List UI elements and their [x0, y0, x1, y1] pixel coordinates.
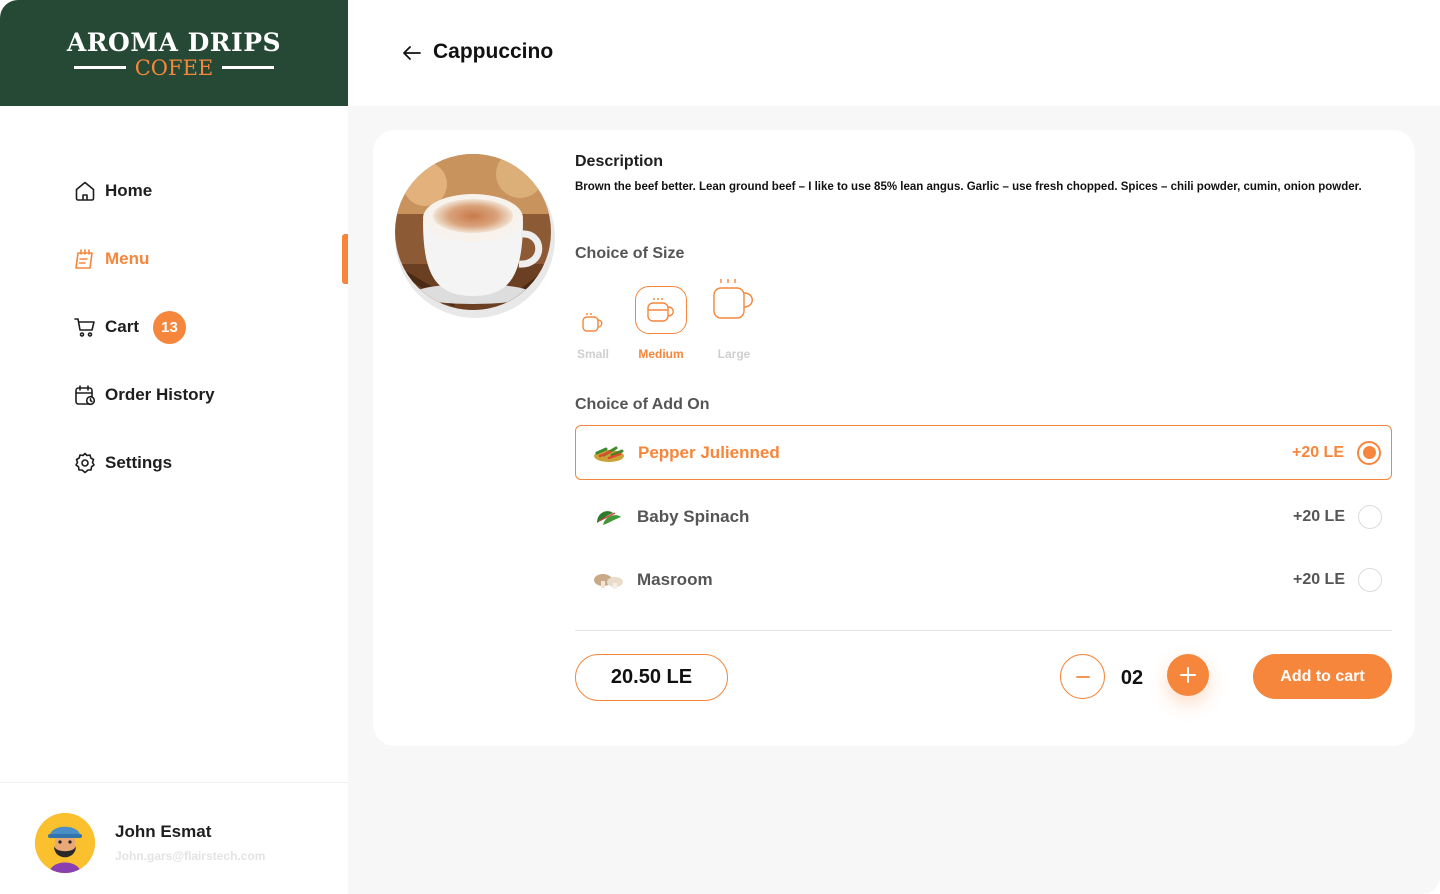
product-card: Description Brown the beef better. Lean …	[373, 130, 1415, 746]
pepper-image	[594, 446, 624, 462]
size-section-title: Choice of Size	[575, 245, 685, 262]
menu-icon	[72, 246, 98, 272]
user-name: John Esmat	[115, 822, 212, 841]
addon-price: +20 LE	[1291, 443, 1344, 461]
medium-cup-icon	[647, 298, 674, 322]
divider	[575, 630, 1392, 631]
calendar-history-icon	[72, 382, 98, 408]
quantity-increase-button[interactable]	[1167, 654, 1209, 696]
sidebar-item-label: Menu	[105, 249, 150, 268]
size-option-large[interactable]: Large	[694, 274, 774, 361]
addon-option-mushroom[interactable]: Masroom +20 LE	[575, 552, 1392, 607]
addon-radio[interactable]	[1358, 567, 1382, 592]
description-text: Brown the beef better. Lean ground beef …	[575, 181, 1362, 193]
addon-price: +20 LE	[1292, 570, 1345, 588]
minus-icon	[1075, 675, 1090, 678]
addon-name: Masroom	[637, 569, 713, 589]
addon-radio[interactable]	[1357, 440, 1381, 465]
sidebar-item-order-history[interactable]: Order History	[72, 380, 215, 410]
logo[interactable]: AROMA DRIPS COFEE	[0, 0, 348, 106]
size-label: Medium	[638, 347, 684, 361]
spinach-image	[597, 510, 621, 525]
sidebar-item-settings[interactable]: Settings	[72, 448, 172, 478]
addon-radio[interactable]	[1358, 504, 1382, 529]
addon-option-spinach[interactable]: Baby Spinach +20 LE	[575, 489, 1392, 544]
cart-count-badge: 13	[153, 310, 187, 344]
active-indicator	[342, 234, 348, 284]
app-window: AROMA DRIPS COFEE Home Menu Cart 13 Orde…	[0, 0, 1440, 894]
addon-name: Baby Spinach	[637, 506, 750, 526]
sidebar-item-menu[interactable]: Menu	[72, 244, 149, 274]
user-email: John.gars@flairstech.com	[115, 849, 266, 863]
sidebar-item-label: Home	[105, 181, 153, 200]
add-to-cart-button[interactable]: Add to cart	[1253, 654, 1392, 699]
total-price: 20.50 LE	[575, 654, 728, 701]
plus-icon	[1180, 667, 1196, 683]
mushroom-image	[594, 573, 623, 589]
sidebar-item-home[interactable]: Home	[72, 176, 152, 206]
sidebar-item-label: Settings	[105, 453, 173, 472]
logo-title: AROMA DRIPS	[66, 28, 282, 57]
header: Cappuccino	[348, 0, 1440, 106]
quantity-decrease-button[interactable]	[1060, 654, 1105, 699]
sidebar-item-label: Order History	[105, 385, 215, 404]
radio-dot	[1362, 446, 1376, 459]
avatar[interactable]	[35, 813, 95, 873]
logo-line-right	[222, 66, 274, 69]
home-icon	[72, 178, 98, 204]
sidebar-item-label: Cart	[105, 317, 140, 336]
sidebar: AROMA DRIPS COFEE Home Menu Cart 13 Orde…	[0, 0, 348, 894]
addon-section-title: Choice of Add On	[575, 396, 710, 413]
addon-option-pepper[interactable]: Pepper Julienned +20 LE	[575, 425, 1392, 480]
small-cup-icon	[582, 313, 603, 332]
user-divider	[0, 782, 348, 783]
addon-name: Pepper Julienned	[638, 442, 780, 462]
size-option-medium[interactable]: Medium	[621, 280, 701, 361]
description-title: Description	[575, 153, 664, 170]
logo-subtitle-row: COFEE	[74, 56, 274, 80]
sidebar-item-cart[interactable]: Cart 13	[72, 310, 187, 344]
page-title: Cappuccino	[433, 40, 554, 63]
quantity-value: 02	[1120, 667, 1144, 689]
gear-icon	[72, 450, 98, 476]
large-cup-icon	[713, 279, 753, 319]
arrow-left-icon	[403, 46, 421, 60]
product-image	[395, 154, 555, 318]
cart-icon	[72, 314, 98, 340]
back-button[interactable]	[400, 41, 424, 65]
size-label: Large	[717, 347, 751, 361]
addon-price: +20 LE	[1292, 507, 1345, 525]
